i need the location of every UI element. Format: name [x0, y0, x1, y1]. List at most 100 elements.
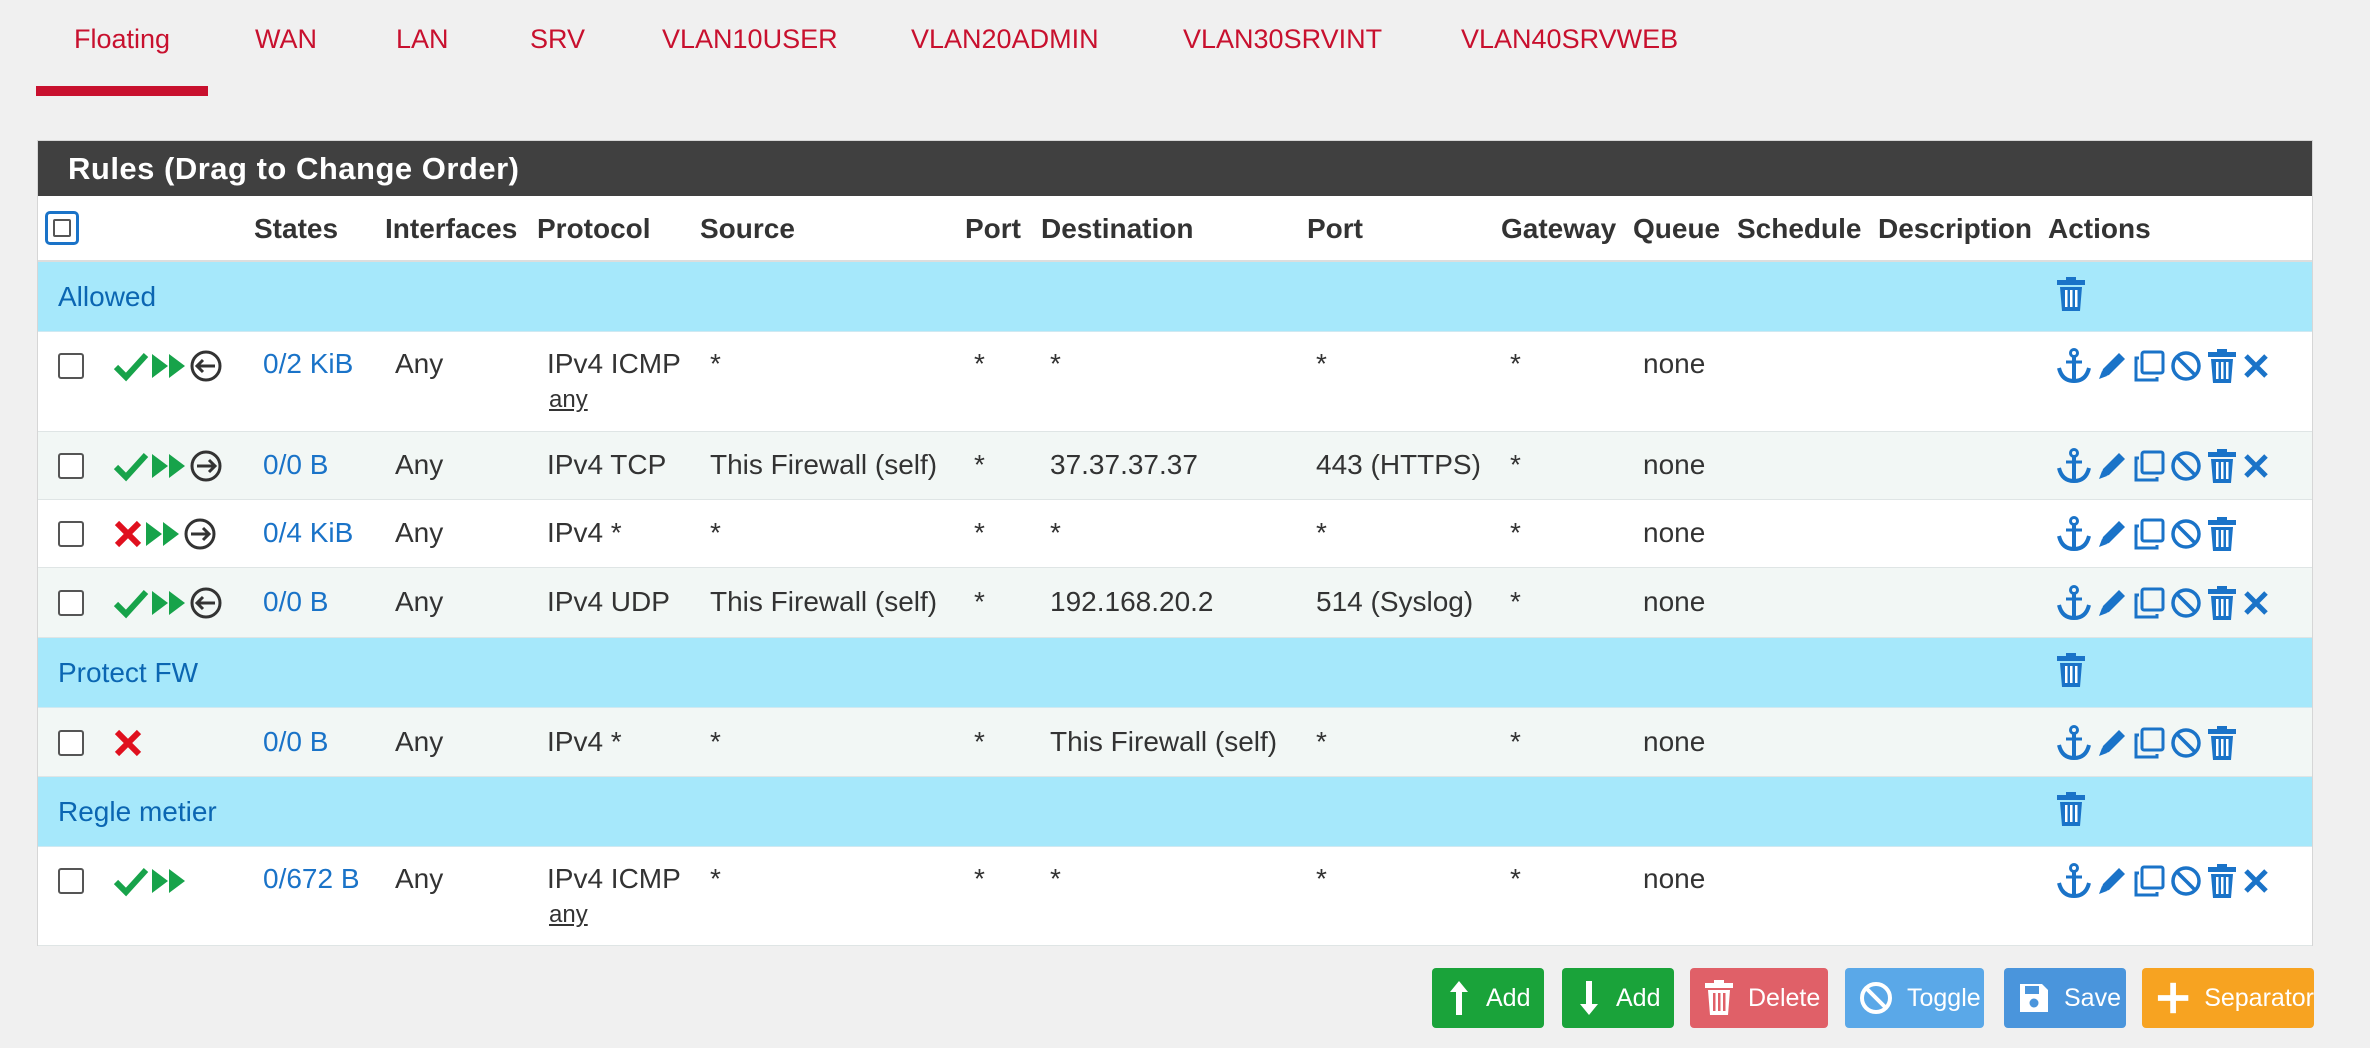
copy-rule-button[interactable]: [2133, 727, 2165, 759]
rule-states-link[interactable]: 0/0 B: [263, 449, 328, 481]
toggle-button[interactable]: Toggle: [1845, 968, 1984, 1028]
edit-rule-button[interactable]: [2096, 450, 2128, 482]
delete-rule-button[interactable]: [2207, 517, 2237, 551]
delete-rule-button[interactable]: [2207, 586, 2237, 620]
delete-rule-button[interactable]: [2207, 449, 2237, 483]
disable-rule-button[interactable]: [2170, 587, 2202, 619]
copy-rule-button[interactable]: [2133, 865, 2165, 897]
separator-delete-button[interactable]: [2056, 792, 2086, 831]
move-rule-button[interactable]: [2057, 516, 2091, 552]
delete-rule-button[interactable]: [2207, 726, 2237, 760]
col-source-port: Port: [965, 213, 1021, 244]
rule-destination: 192.168.20.2: [1050, 586, 1214, 617]
separator-delete-button[interactable]: [2056, 277, 2086, 316]
edit-rule-button[interactable]: [2096, 350, 2128, 382]
tab-srv[interactable]: SRV: [530, 24, 585, 98]
rule-source-port: *: [974, 726, 985, 757]
remove-icon: [2244, 869, 2268, 893]
col-description: Description: [1878, 213, 2033, 244]
select-all-checkbox[interactable]: [45, 211, 79, 245]
col-queue: Queue: [1633, 213, 1721, 244]
rule-protocol: IPv4 ICMP: [547, 348, 681, 379]
anchor-icon: [2057, 863, 2091, 899]
move-rule-button[interactable]: [2057, 585, 2091, 621]
copy-rule-button[interactable]: [2133, 518, 2165, 550]
tab-lan[interactable]: LAN: [396, 24, 449, 98]
block-times-icon: [114, 520, 142, 548]
copy-rule-button[interactable]: [2133, 350, 2165, 382]
rule-status-icons: [113, 449, 223, 483]
tab-vlan40srvweb[interactable]: VLAN40SRVWEB: [1461, 24, 1678, 98]
rule-row[interactable]: 0/0 B Any IPv4 UDP This Firewall (self) * 192…: [38, 568, 2312, 638]
tab-wan[interactable]: WAN: [255, 24, 317, 98]
rules-panel: Rules (Drag to Change Order) States Inte…: [37, 140, 2313, 946]
rule-row[interactable]: 0/672 B Any IPv4 ICMP any * * * * * none: [38, 847, 2312, 946]
move-rule-button[interactable]: [2057, 448, 2091, 484]
move-rule-button[interactable]: [2057, 863, 2091, 899]
remove-rule-button[interactable]: [2242, 866, 2270, 896]
add-separator-label: Separator: [2204, 983, 2314, 1012]
rule-states-link[interactable]: 0/672 B: [263, 863, 360, 895]
anchor-icon: [2057, 348, 2091, 384]
rule-states-link[interactable]: 0/2 KiB: [263, 348, 353, 380]
rule-row[interactable]: 0/0 B Any IPv4 * * * This Firewall (self) * * no…: [38, 708, 2312, 777]
disable-rule-button[interactable]: [2170, 450, 2202, 482]
move-rule-button[interactable]: [2057, 725, 2091, 761]
disable-rule-button[interactable]: [2170, 865, 2202, 897]
rule-row[interactable]: 0/2 KiB Any IPv4 ICMP any * * * * * none: [38, 332, 2312, 432]
rule-destination: *: [1050, 517, 1061, 548]
rule-select-checkbox[interactable]: [58, 730, 84, 756]
disable-rule-button[interactable]: [2170, 350, 2202, 382]
rule-destination-port: *: [1316, 517, 1327, 548]
save-button[interactable]: Save: [2004, 968, 2126, 1028]
add-top-button[interactable]: Add: [1432, 968, 1544, 1028]
tab-floating[interactable]: Floating: [35, 24, 209, 98]
ban-icon: [2171, 866, 2201, 896]
rule-queue: none: [1643, 863, 1706, 894]
rule-gateway: *: [1510, 863, 1521, 894]
rule-row[interactable]: 0/0 B Any IPv4 TCP This Firewall (self) * 37.…: [38, 432, 2312, 500]
add-separator-button[interactable]: Separator: [2142, 968, 2314, 1028]
copy-rule-button[interactable]: [2133, 450, 2165, 482]
col-destination-port: Port: [1307, 213, 1363, 244]
direction-in-icon: [190, 350, 222, 382]
rule-states-link[interactable]: 0/4 KiB: [263, 517, 353, 549]
remove-icon: [2244, 591, 2268, 615]
tab-vlan20admin[interactable]: VLAN20ADMIN: [911, 24, 1099, 98]
edit-rule-button[interactable]: [2096, 518, 2128, 550]
rule-select-checkbox[interactable]: [58, 590, 84, 616]
remove-rule-button[interactable]: [2242, 588, 2270, 618]
copy-rule-button[interactable]: [2133, 587, 2165, 619]
rule-interfaces: Any: [395, 449, 444, 480]
rule-row[interactable]: 0/4 KiB Any IPv4 * * * * * * none: [38, 500, 2312, 568]
rule-select-checkbox[interactable]: [58, 868, 84, 894]
rule-interfaces: Any: [395, 863, 444, 894]
separator-delete-button[interactable]: [2056, 653, 2086, 692]
remove-rule-button[interactable]: [2242, 351, 2270, 381]
pencil-icon: [2099, 353, 2125, 379]
rule-states-link[interactable]: 0/0 B: [263, 586, 328, 618]
move-rule-button[interactable]: [2057, 348, 2091, 384]
delete-button[interactable]: Delete: [1690, 968, 1828, 1028]
disable-rule-button[interactable]: [2170, 727, 2202, 759]
rule-destination-port: *: [1316, 348, 1327, 379]
rule-select-checkbox[interactable]: [58, 521, 84, 547]
rule-source: *: [710, 517, 721, 548]
edit-rule-button[interactable]: [2096, 587, 2128, 619]
tab-vlan30srvint[interactable]: VLAN30SRVINT: [1183, 24, 1382, 98]
delete-rule-button[interactable]: [2207, 349, 2237, 383]
disable-rule-button[interactable]: [2170, 518, 2202, 550]
rule-status-icons: [113, 349, 223, 383]
edit-rule-button[interactable]: [2096, 727, 2128, 759]
direction-out-icon: [184, 518, 216, 550]
col-destination: Destination: [1041, 213, 1194, 244]
tab-vlan10user[interactable]: VLAN10USER: [662, 24, 838, 98]
rule-protocol: IPv4 UDP: [547, 586, 670, 617]
rule-states-link[interactable]: 0/0 B: [263, 726, 328, 758]
remove-rule-button[interactable]: [2242, 451, 2270, 481]
rule-select-checkbox[interactable]: [58, 353, 84, 379]
delete-rule-button[interactable]: [2207, 864, 2237, 898]
rule-select-checkbox[interactable]: [58, 453, 84, 479]
edit-rule-button[interactable]: [2096, 865, 2128, 897]
add-bottom-button[interactable]: Add: [1562, 968, 1674, 1028]
